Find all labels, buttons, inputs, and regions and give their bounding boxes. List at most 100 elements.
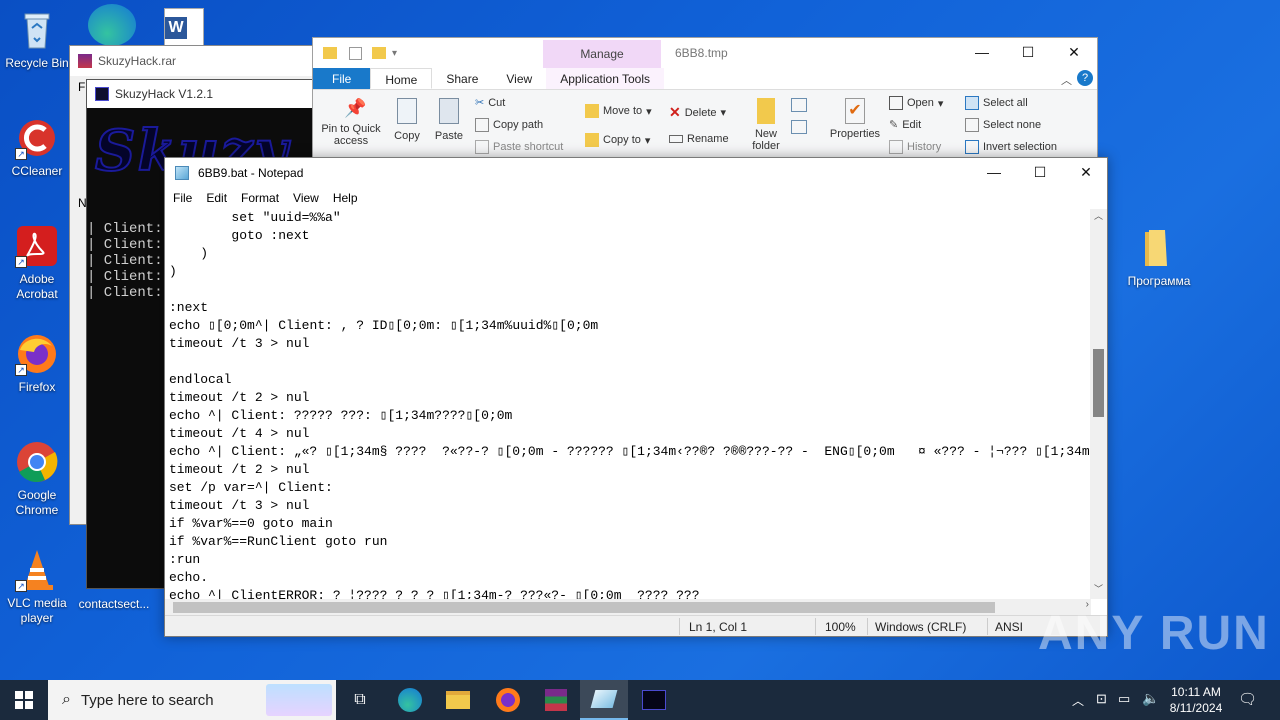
history-button[interactable]: History bbox=[889, 140, 941, 154]
text-line: timeout /t 2 > nul bbox=[169, 462, 310, 477]
taskbar-file-explorer[interactable] bbox=[434, 680, 482, 720]
notepad-titlebar[interactable]: 6BB9.bat - Notepad — ☐ ✕ bbox=[165, 158, 1107, 187]
select-all-icon bbox=[965, 96, 979, 110]
taskbar-edge[interactable] bbox=[386, 680, 434, 720]
desktop-icon-recycle-bin[interactable]: Recycle Bin bbox=[0, 8, 74, 71]
desktop-icon-google-chrome[interactable]: Google Chrome bbox=[0, 440, 74, 518]
text-line: if %var%==RunClient goto run bbox=[169, 534, 388, 549]
chrome-icon bbox=[15, 440, 59, 484]
notepad-maximize-button[interactable]: ☐ bbox=[1017, 158, 1063, 187]
paste-shortcut-button[interactable]: Paste shortcut bbox=[475, 140, 563, 154]
notifications-icon[interactable]: 🗨 bbox=[1238, 690, 1257, 708]
menu-help[interactable]: Help bbox=[325, 191, 364, 205]
file-explorer-window[interactable]: ▾ Manage 6BB8.tmp — ☐ ✕ File Home Share … bbox=[312, 37, 1098, 161]
new-item-icon[interactable] bbox=[791, 98, 807, 112]
text-line: echo ^| Client: „«? ▯[1;34m§ ???? ?«??-?… bbox=[169, 444, 1090, 459]
invert-selection-button[interactable]: Invert selection bbox=[965, 140, 1057, 154]
desktop-icon-vlc[interactable]: ↗ VLC media player bbox=[0, 548, 74, 626]
desktop-icon-programma[interactable]: Программа bbox=[1120, 226, 1198, 289]
skuzyhack-titlebar[interactable]: SkuzyHack V1.2.1 bbox=[87, 80, 313, 108]
select-none-button[interactable]: Select none bbox=[965, 118, 1041, 132]
new-folder-button[interactable]: New folder bbox=[745, 98, 787, 152]
collapse-ribbon-icon[interactable]: ︿ bbox=[1061, 72, 1072, 88]
move-to-icon bbox=[585, 104, 599, 118]
vertical-scrollbar[interactable]: ︿ ﹀ bbox=[1090, 209, 1107, 599]
explorer-minimize-button[interactable]: — bbox=[959, 38, 1005, 67]
edit-button[interactable]: ✎ Edit bbox=[889, 118, 921, 132]
tab-file[interactable]: File bbox=[313, 68, 371, 89]
tab-application-tools[interactable]: Application Tools bbox=[546, 68, 665, 89]
easy-access-icon[interactable] bbox=[791, 120, 807, 134]
cut-button[interactable]: ✂ Cut bbox=[475, 96, 505, 110]
properties-button[interactable]: ✔ Properties bbox=[827, 98, 883, 140]
shortcut-arrow-icon: ↗ bbox=[15, 148, 27, 160]
tab-share[interactable]: Share bbox=[432, 68, 492, 89]
scroll-up-arrow-icon[interactable]: ︿ bbox=[1090, 209, 1107, 226]
winrar-icon bbox=[545, 689, 567, 711]
scroll-down-arrow-icon[interactable]: ﹀ bbox=[1090, 582, 1107, 599]
notepad-close-button[interactable]: ✕ bbox=[1063, 158, 1109, 187]
copy-to-button[interactable]: Copy to ▾ bbox=[585, 133, 650, 147]
task-view-icon: ⧉ bbox=[354, 691, 366, 708]
tab-home[interactable]: Home bbox=[370, 68, 433, 89]
horizontal-scroll-thumb[interactable] bbox=[173, 602, 995, 613]
taskbar-search-box[interactable]: ⌕ Type here to search bbox=[48, 680, 336, 720]
explorer-close-button[interactable]: ✕ bbox=[1051, 38, 1097, 67]
menu-file[interactable]: File bbox=[165, 191, 198, 205]
open-button[interactable]: Open ▾ bbox=[889, 96, 943, 110]
display-icon[interactable]: ▭ bbox=[1118, 691, 1130, 707]
system-clock[interactable]: 10:11 AM 8/11/2024 bbox=[1166, 684, 1226, 716]
move-to-button[interactable]: Move to ▾ bbox=[585, 104, 652, 118]
edge-icon[interactable] bbox=[88, 4, 136, 46]
desktop-icon-contactsect[interactable]: contactsect... bbox=[74, 597, 154, 612]
notepad-window[interactable]: 6BB9.bat - Notepad — ☐ ✕ File Edit Forma… bbox=[164, 157, 1108, 637]
rename-button[interactable]: Rename bbox=[669, 133, 729, 145]
copy-button[interactable]: Copy bbox=[391, 98, 423, 142]
skuzyhack-title: SkuzyHack V1.2.1 bbox=[115, 87, 214, 101]
taskbar-skuzyhack[interactable] bbox=[630, 680, 678, 720]
explorer-maximize-button[interactable]: ☐ bbox=[1005, 38, 1051, 67]
skuzyhack-icon bbox=[642, 690, 666, 710]
horizontal-scrollbar[interactable]: › bbox=[165, 599, 1091, 616]
start-button[interactable] bbox=[0, 680, 48, 720]
word-doc-icon[interactable]: W bbox=[164, 8, 204, 48]
volume-icon[interactable]: 🔈 bbox=[1142, 690, 1159, 707]
help-icon[interactable]: ? bbox=[1077, 70, 1093, 86]
menu-view[interactable]: View bbox=[285, 191, 325, 205]
taskbar-winrar[interactable] bbox=[532, 680, 580, 720]
text-line: :run bbox=[169, 552, 201, 567]
text-line: endlocal bbox=[169, 372, 232, 387]
desktop-icon-firefox[interactable]: ↗ Firefox bbox=[0, 332, 74, 395]
desktop-icon-ccleaner[interactable]: ↗ CCleaner bbox=[0, 116, 74, 179]
task-view-button[interactable]: ⧉ bbox=[336, 680, 384, 720]
select-all-button[interactable]: Select all bbox=[965, 96, 1028, 110]
network-icon[interactable]: ⊡ bbox=[1096, 691, 1107, 707]
quick-access-folder-icon[interactable] bbox=[323, 47, 337, 59]
chevron-down-icon: ▾ bbox=[720, 107, 727, 119]
status-zoom: 100% bbox=[825, 620, 856, 634]
delete-button[interactable]: ✕ Delete ▾ bbox=[669, 104, 726, 121]
taskbar: ⌕ Type here to search ⧉ ︿ ⊡ ▭ 🔈 10:11 AM… bbox=[0, 680, 1280, 720]
manage-contextual-tab[interactable]: Manage bbox=[543, 40, 661, 68]
tab-view[interactable]: View bbox=[492, 68, 546, 89]
desktop-icon-adobe-acrobat[interactable]: ↗ Adobe Acrobat bbox=[0, 224, 74, 302]
taskbar-firefox[interactable] bbox=[484, 680, 532, 720]
select-none-icon bbox=[965, 118, 979, 132]
new-folder-quick-icon[interactable] bbox=[372, 47, 386, 59]
copy-path-button[interactable]: Copy path bbox=[475, 118, 543, 132]
notepad-minimize-button[interactable]: — bbox=[971, 158, 1017, 187]
customize-qat-icon[interactable]: ▾ bbox=[392, 48, 397, 59]
notepad-text-area[interactable]: set "uuid=%%a" goto :next )) :next echo ▯… bbox=[165, 209, 1091, 599]
explorer-titlebar[interactable]: ▾ Manage 6BB8.tmp — ☐ ✕ bbox=[313, 38, 1097, 68]
text-line: timeout /t 3 > nul bbox=[169, 498, 310, 513]
pin-to-quick-access-button[interactable]: 📌 Pin to Quick access bbox=[319, 98, 383, 147]
menu-edit[interactable]: Edit bbox=[198, 191, 233, 205]
paste-button[interactable]: Paste bbox=[433, 98, 465, 142]
vertical-scroll-thumb[interactable] bbox=[1093, 349, 1104, 417]
taskbar-notepad[interactable] bbox=[580, 680, 628, 720]
properties-check-icon[interactable] bbox=[349, 46, 362, 60]
winrar-titlebar[interactable]: SkuzyHack.rar bbox=[70, 46, 313, 76]
show-hidden-icons-chevron-icon[interactable]: ︿ bbox=[1072, 692, 1084, 709]
ribbon-tabs: File Home Share View Application Tools ︿… bbox=[313, 68, 1097, 90]
menu-format[interactable]: Format bbox=[233, 191, 285, 205]
